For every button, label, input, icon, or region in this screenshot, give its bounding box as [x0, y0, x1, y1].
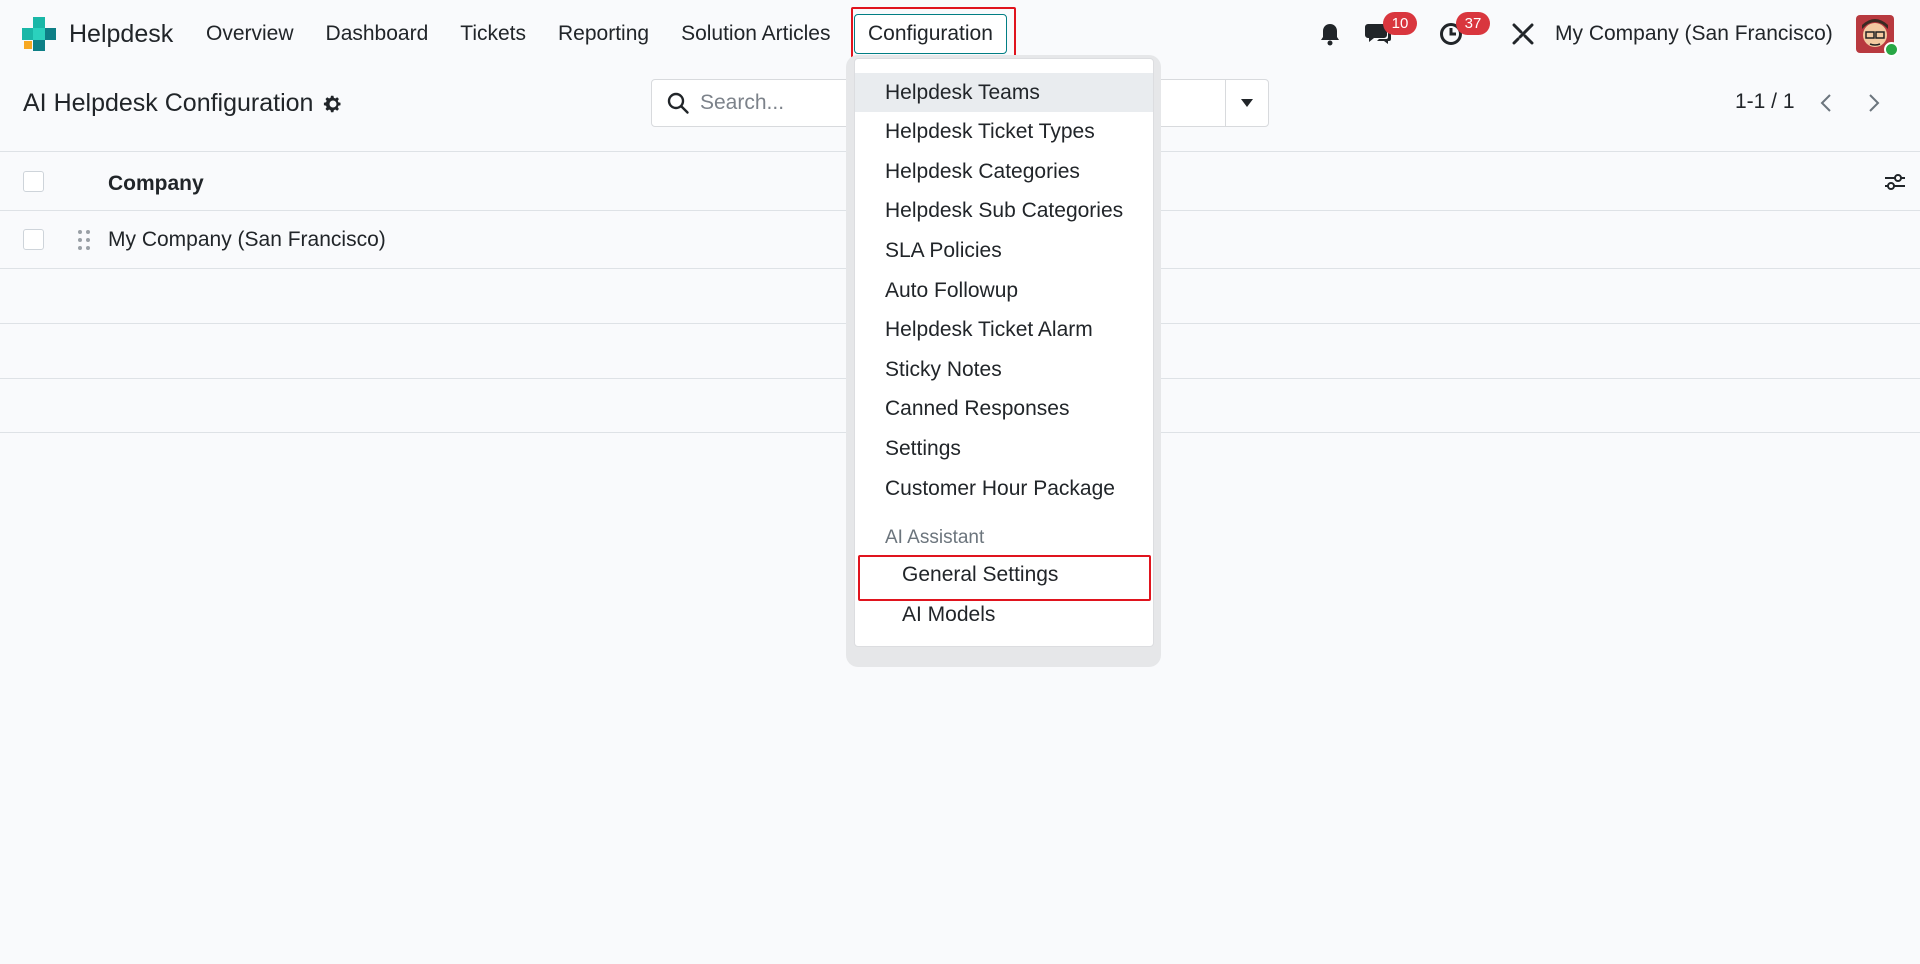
drag-handle-icon[interactable] — [77, 229, 91, 251]
online-status-dot — [1884, 42, 1899, 57]
gear-icon[interactable] — [323, 94, 343, 114]
menu-item-ai-models[interactable]: AI Models — [855, 595, 1153, 634]
column-header-company[interactable]: Company — [108, 172, 204, 196]
activities-count-badge: 37 — [1456, 12, 1490, 35]
app-brand[interactable]: Helpdesk — [22, 17, 173, 51]
messages-icon[interactable]: 10 — [1364, 12, 1417, 48]
menu-item-general-settings[interactable]: General Settings — [855, 555, 1153, 594]
menu-item-customer-hour-package[interactable]: Customer Hour Package — [855, 469, 1153, 508]
menu-item-auto-followup[interactable]: Auto Followup — [855, 271, 1153, 310]
menu-configuration[interactable]: Configuration — [854, 14, 1007, 54]
helpdesk-logo-icon — [22, 17, 56, 51]
menu-item-ticket-types[interactable]: Helpdesk Ticket Types — [855, 112, 1153, 151]
app-name: Helpdesk — [69, 19, 174, 48]
menu-item-ticket-alarm[interactable]: Helpdesk Ticket Alarm — [855, 310, 1153, 349]
menu-overview[interactable]: Overview — [190, 14, 310, 54]
column-settings-icon[interactable] — [1883, 170, 1907, 194]
bell-icon[interactable] — [1316, 20, 1344, 48]
company-switcher[interactable]: My Company (San Francisco) — [1555, 22, 1833, 46]
main-menu: Overview Dashboard Tickets Reporting Sol… — [190, 0, 846, 68]
page-title: AI Helpdesk Configuration — [23, 89, 314, 117]
menu-item-settings[interactable]: Settings — [855, 429, 1153, 468]
breadcrumb: AI Helpdesk Configuration — [23, 89, 343, 118]
search-icon — [667, 92, 689, 114]
caret-down-icon — [1241, 99, 1253, 107]
user-avatar[interactable] — [1856, 15, 1899, 57]
menu-item-sub-categories[interactable]: Helpdesk Sub Categories — [855, 191, 1153, 230]
menu-item-sla-policies[interactable]: SLA Policies — [855, 231, 1153, 270]
messages-count-badge: 10 — [1383, 12, 1417, 35]
menu-item-canned-responses[interactable]: Canned Responses — [855, 389, 1153, 428]
chevron-right-icon — [1869, 94, 1880, 112]
activities-clock-icon[interactable]: 37 — [1437, 12, 1490, 48]
debug-tools-icon[interactable] — [1509, 20, 1537, 48]
pager-next-button[interactable] — [1860, 88, 1888, 118]
menu-dashboard[interactable]: Dashboard — [310, 14, 445, 54]
menu-item-helpdesk-teams[interactable]: Helpdesk Teams — [855, 73, 1153, 112]
menu-tickets[interactable]: Tickets — [444, 14, 542, 54]
pager-value[interactable]: 1-1 / 1 — [1735, 90, 1795, 114]
chevron-left-icon — [1820, 94, 1831, 112]
pager-previous-button[interactable] — [1812, 88, 1840, 118]
search-options-toggle[interactable] — [1225, 80, 1268, 126]
menu-reporting[interactable]: Reporting — [542, 14, 665, 54]
menu-item-sticky-notes[interactable]: Sticky Notes — [855, 350, 1153, 389]
company-cell: My Company (San Francisco) — [108, 228, 386, 251]
menu-section-ai-assistant: AI Assistant — [885, 527, 985, 548]
menu-item-categories[interactable]: Helpdesk Categories — [855, 152, 1153, 191]
row-checkbox[interactable] — [23, 229, 44, 250]
menu-solution-articles[interactable]: Solution Articles — [665, 14, 846, 54]
select-all-checkbox[interactable] — [23, 171, 44, 192]
configuration-dropdown: Helpdesk Teams Helpdesk Ticket Types Hel… — [854, 58, 1154, 647]
